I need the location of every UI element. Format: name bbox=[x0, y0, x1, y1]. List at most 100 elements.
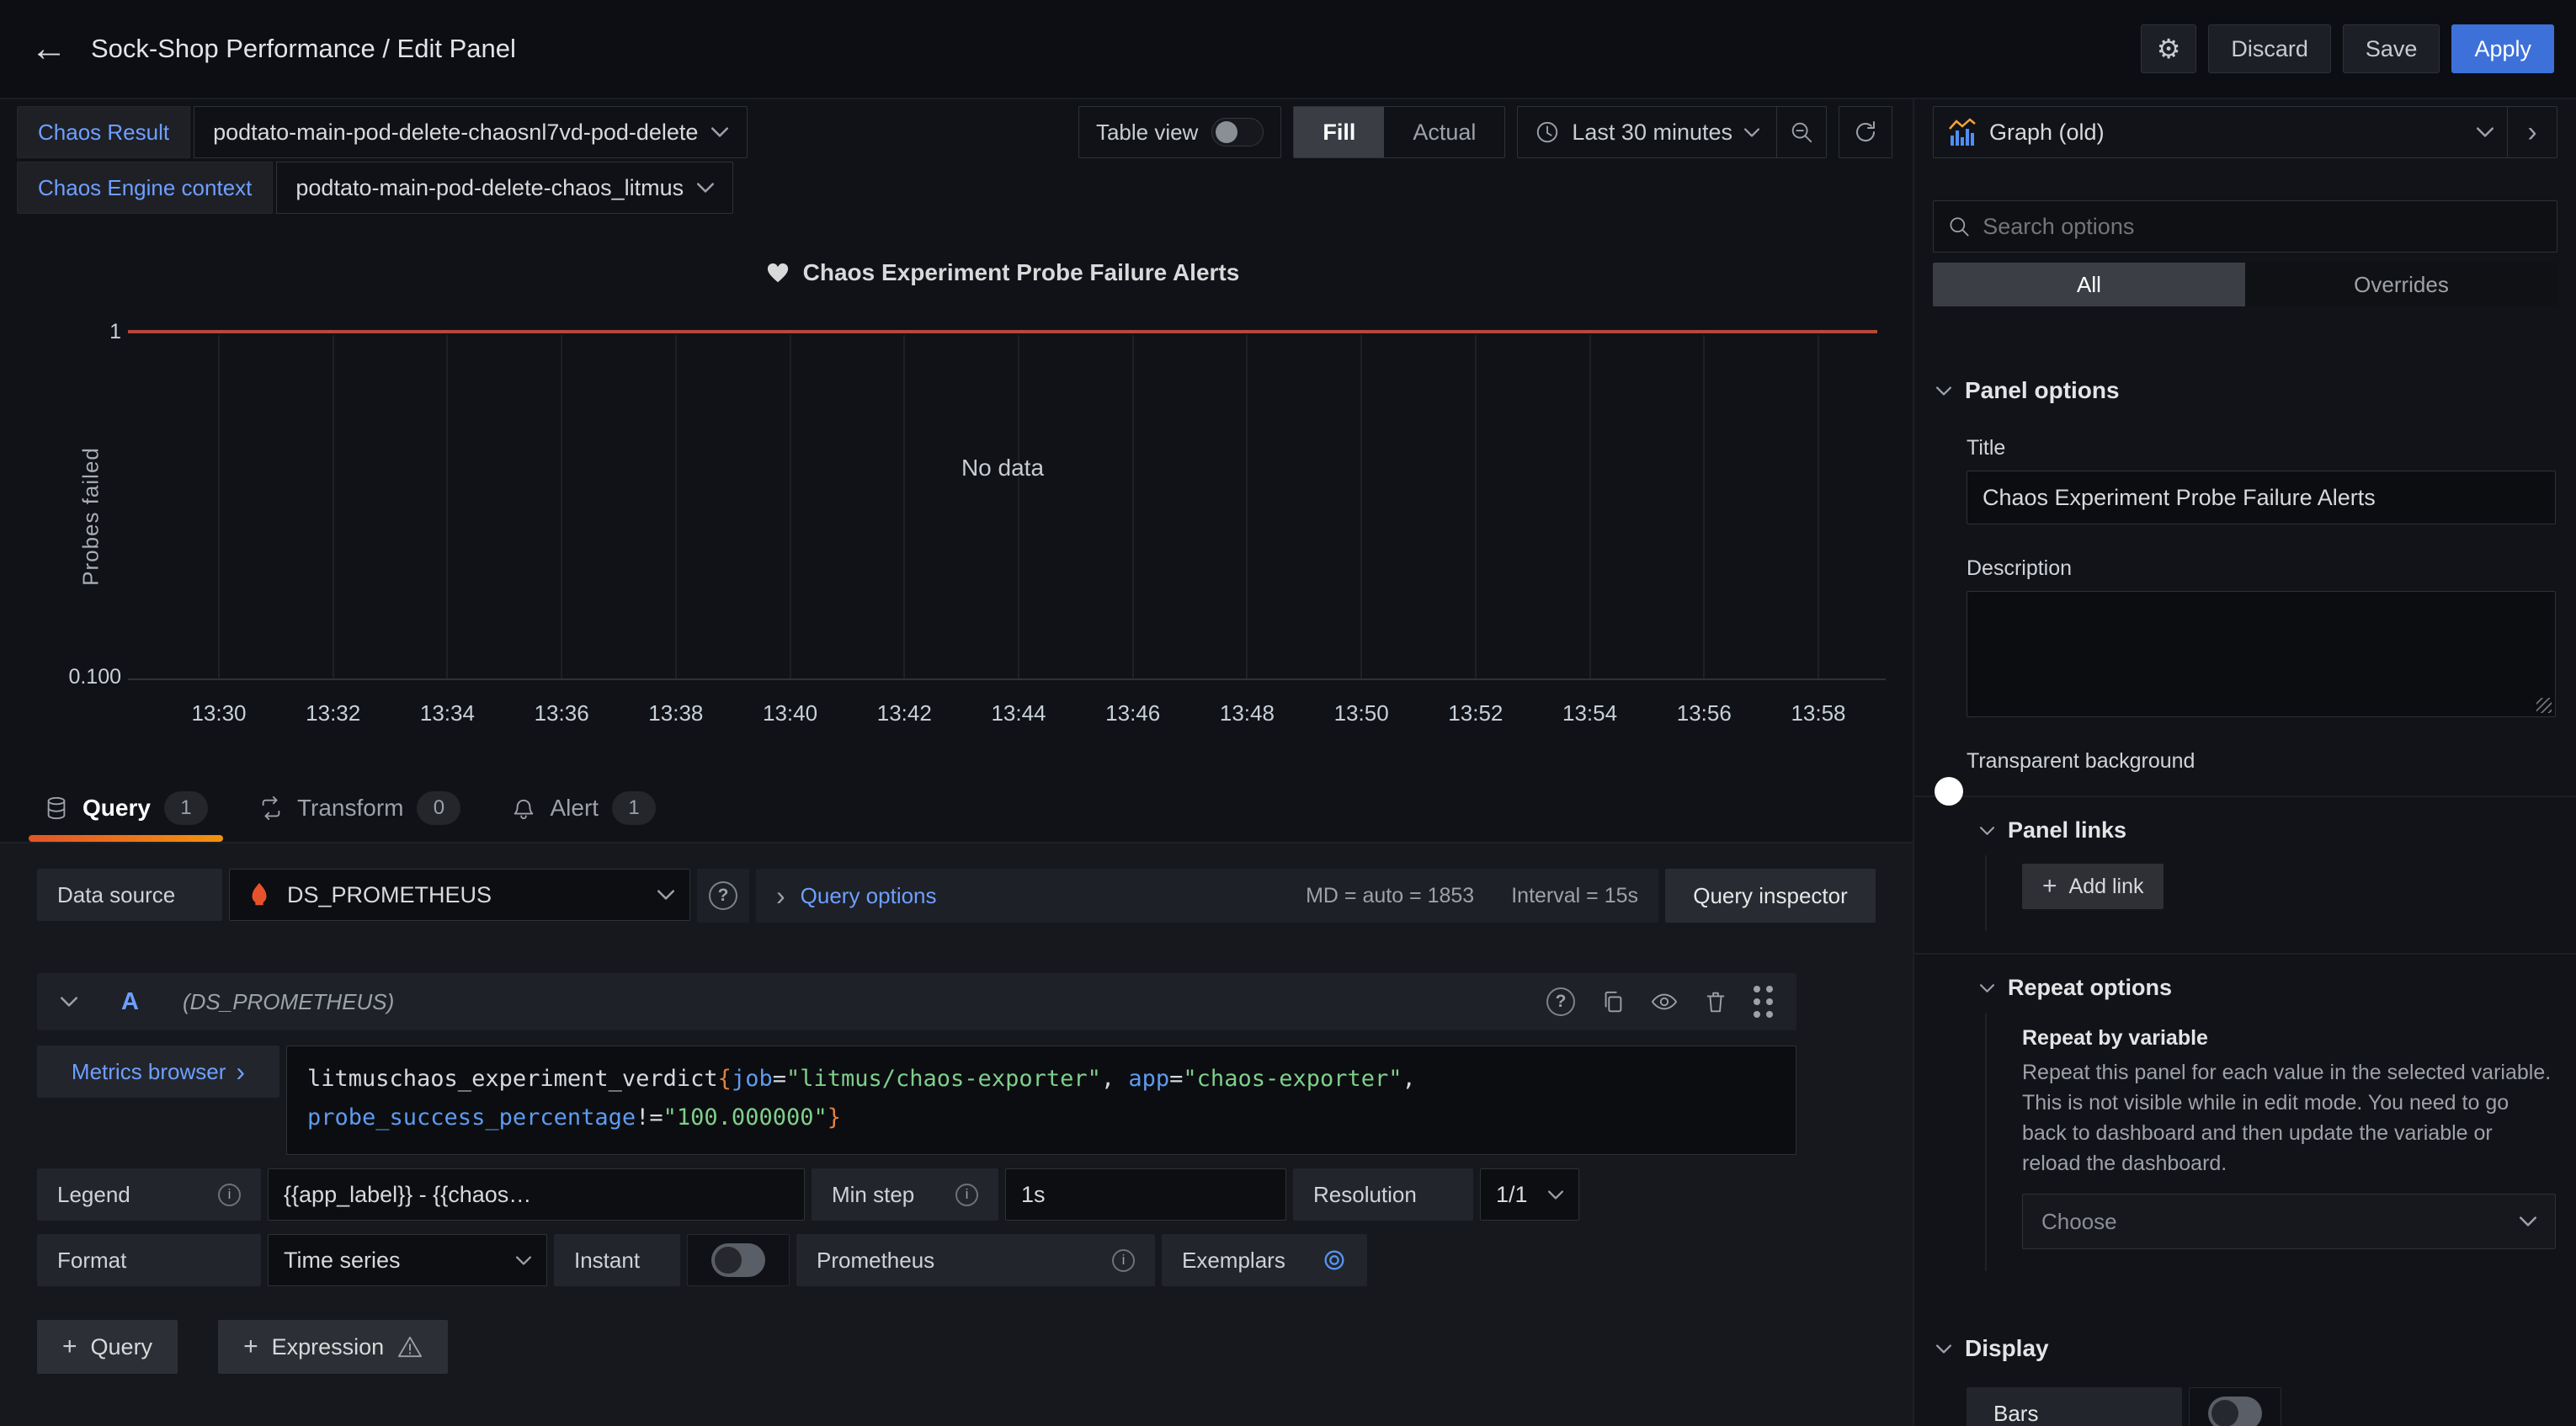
panel-settings-button[interactable]: ⚙ bbox=[2141, 24, 2197, 73]
gridline bbox=[446, 335, 448, 678]
actual-option[interactable]: Actual bbox=[1384, 107, 1504, 157]
format-options-row: Format Time series Instant Prometheus i … bbox=[37, 1234, 1796, 1286]
bars-toggle-cell bbox=[2189, 1387, 2281, 1426]
time-range-button[interactable]: Last 30 minutes bbox=[1518, 107, 1776, 157]
variable-chaos-result: Chaos Result podtato-main-pod-delete-cha… bbox=[17, 106, 748, 158]
datasource-label: Data source bbox=[37, 869, 222, 921]
min-step-input[interactable] bbox=[1021, 1182, 1270, 1208]
expand-viz-picker-button[interactable]: › bbox=[2508, 107, 2557, 157]
query-footer-buttons: + Query + Expression bbox=[37, 1320, 1876, 1374]
panel-links-section: Panel links + Add link bbox=[1980, 817, 2576, 931]
refresh-icon bbox=[1852, 119, 1879, 146]
repeat-by-variable-label: Repeat by variable bbox=[2022, 1026, 2556, 1051]
tab-count-badge: 0 bbox=[417, 791, 460, 825]
gridline bbox=[1246, 335, 1248, 678]
chevron-down-icon bbox=[1936, 386, 1951, 396]
format-value: Time series bbox=[284, 1248, 401, 1274]
panel-title-field[interactable] bbox=[1967, 471, 2556, 524]
apply-button[interactable]: Apply bbox=[2451, 24, 2554, 73]
resolution-select[interactable]: 1/1 bbox=[1480, 1168, 1579, 1221]
x-tick-label: 13:36 bbox=[503, 700, 620, 726]
drag-handle[interactable] bbox=[1754, 986, 1773, 1018]
datasource-picker[interactable]: DS_PROMETHEUS bbox=[229, 869, 690, 921]
format-select[interactable]: Time series bbox=[268, 1234, 547, 1286]
code-line: probe_success_percentage!="100.000000"} bbox=[307, 1099, 1775, 1137]
query-inspector-button[interactable]: Query inspector bbox=[1665, 869, 1876, 923]
min-step-field[interactable] bbox=[1005, 1168, 1286, 1221]
promql-editor-row: Metrics browser › litmuschaos_experiment… bbox=[37, 1046, 1796, 1155]
discard-button[interactable]: Discard bbox=[2208, 24, 2331, 73]
add-link-button[interactable]: + Add link bbox=[2022, 864, 2164, 909]
x-tick-label: 13:52 bbox=[1417, 700, 1535, 726]
toggle-knob bbox=[1935, 777, 1963, 806]
x-tick-label: 13:48 bbox=[1188, 700, 1306, 726]
info-icon: i bbox=[955, 1184, 978, 1206]
bars-toggle[interactable] bbox=[2208, 1397, 2262, 1426]
exemplars-box: Exemplars bbox=[1162, 1234, 1367, 1286]
min-step-label: Min step bbox=[832, 1182, 914, 1208]
instant-toggle[interactable] bbox=[711, 1243, 765, 1277]
graph-viz-icon bbox=[1947, 117, 1977, 147]
variable-chaos-engine-context: Chaos Engine context podtato-main-pod-de… bbox=[17, 162, 748, 214]
collapse-chevron-icon bbox=[61, 997, 77, 1007]
legend-format-input[interactable] bbox=[284, 1182, 789, 1208]
page-title: Sock-Shop Performance / Edit Panel bbox=[91, 34, 516, 64]
query-help-icon[interactable]: ? bbox=[1546, 987, 1575, 1016]
fill-option[interactable]: Fill bbox=[1294, 107, 1384, 157]
panel-options-header[interactable]: Panel options bbox=[1936, 377, 2576, 404]
tab-transform[interactable]: Transform 0 bbox=[233, 774, 487, 842]
tab-query[interactable]: Query 1 bbox=[19, 774, 233, 842]
panel-links-header[interactable]: Panel links bbox=[1980, 817, 2576, 843]
tab-alert[interactable]: Alert 1 bbox=[486, 774, 681, 842]
plot-area[interactable]: 13:3013:3213:3413:3613:3813:4013:4213:44… bbox=[128, 332, 1877, 678]
metrics-browser-button[interactable]: Metrics browser › bbox=[37, 1046, 279, 1098]
options-search-input[interactable] bbox=[1983, 214, 2543, 240]
add-expression-button[interactable]: + Expression bbox=[218, 1320, 448, 1374]
table-view-toggle[interactable] bbox=[1211, 118, 1264, 146]
description-textarea[interactable] bbox=[1983, 602, 2540, 706]
datasource-name: DS_PROMETHEUS bbox=[287, 882, 492, 908]
angle-right-icon: › bbox=[236, 1058, 245, 1085]
x-axis-line bbox=[128, 678, 1886, 680]
repeat-options-header[interactable]: Repeat options bbox=[1980, 975, 2576, 1001]
tab-all[interactable]: All bbox=[1933, 263, 2245, 306]
gridline bbox=[790, 335, 791, 678]
query-row-header[interactable]: A (DS_PROMETHEUS) ? bbox=[37, 973, 1796, 1030]
tab-overrides[interactable]: Overrides bbox=[2245, 263, 2557, 306]
repeat-variable-select[interactable]: Choose bbox=[2022, 1194, 2556, 1249]
repeat-description: Repeat this panel for each value in the … bbox=[2022, 1057, 2556, 1179]
x-tick-label: 13:54 bbox=[1531, 700, 1649, 726]
panel-toolbar: Table view Fill Actual Last 30 minutes bbox=[1078, 106, 1892, 158]
duplicate-icon[interactable] bbox=[1600, 989, 1626, 1014]
chevron-down-icon bbox=[1936, 1344, 1951, 1354]
resize-handle[interactable] bbox=[2536, 698, 2552, 713]
variable-value-dropdown[interactable]: podtato-main-pod-delete-chaosnl7vd-pod-d… bbox=[194, 106, 748, 158]
legend-format-field[interactable] bbox=[268, 1168, 805, 1221]
page-body: Chaos Result podtato-main-pod-delete-cha… bbox=[0, 99, 2576, 1426]
zoom-out-time-button[interactable] bbox=[1777, 107, 1826, 157]
gridline bbox=[333, 335, 334, 678]
dashboard-variables: Chaos Result podtato-main-pod-delete-cha… bbox=[17, 106, 748, 214]
description-field[interactable] bbox=[1967, 591, 2556, 717]
visualization-select[interactable]: Graph (old) bbox=[1934, 107, 2507, 157]
variable-value-dropdown[interactable]: podtato-main-pod-delete-chaos_litmus bbox=[276, 162, 733, 214]
x-tick-label: 13:34 bbox=[388, 700, 506, 726]
datasource-help-button[interactable]: ? bbox=[697, 869, 749, 923]
query-options-bar[interactable]: › Query options MD = auto = 1853 Interva… bbox=[756, 869, 1658, 923]
repeat-options-section: Repeat options Repeat by variable Repeat… bbox=[1980, 975, 2576, 1271]
display-header[interactable]: Display bbox=[1936, 1335, 2576, 1362]
chevron-down-icon bbox=[1548, 1190, 1563, 1200]
panel-title-input[interactable] bbox=[1983, 485, 2540, 511]
trash-icon[interactable] bbox=[1703, 989, 1728, 1014]
toggle-knob bbox=[1216, 121, 1237, 143]
refresh-button[interactable] bbox=[1839, 106, 1892, 158]
save-button[interactable]: Save bbox=[2343, 24, 2440, 73]
gridline bbox=[218, 335, 220, 678]
add-query-button[interactable]: + Query bbox=[37, 1320, 178, 1374]
back-arrow-icon[interactable]: ← bbox=[30, 30, 67, 67]
warning-triangle-icon bbox=[397, 1335, 423, 1359]
eye-icon[interactable] bbox=[1651, 989, 1678, 1014]
exemplars-icon[interactable] bbox=[1322, 1248, 1347, 1273]
promql-expression-input[interactable]: litmuschaos_experiment_verdict{job="litm… bbox=[286, 1046, 1796, 1155]
x-tick-label: 13:32 bbox=[274, 700, 392, 726]
